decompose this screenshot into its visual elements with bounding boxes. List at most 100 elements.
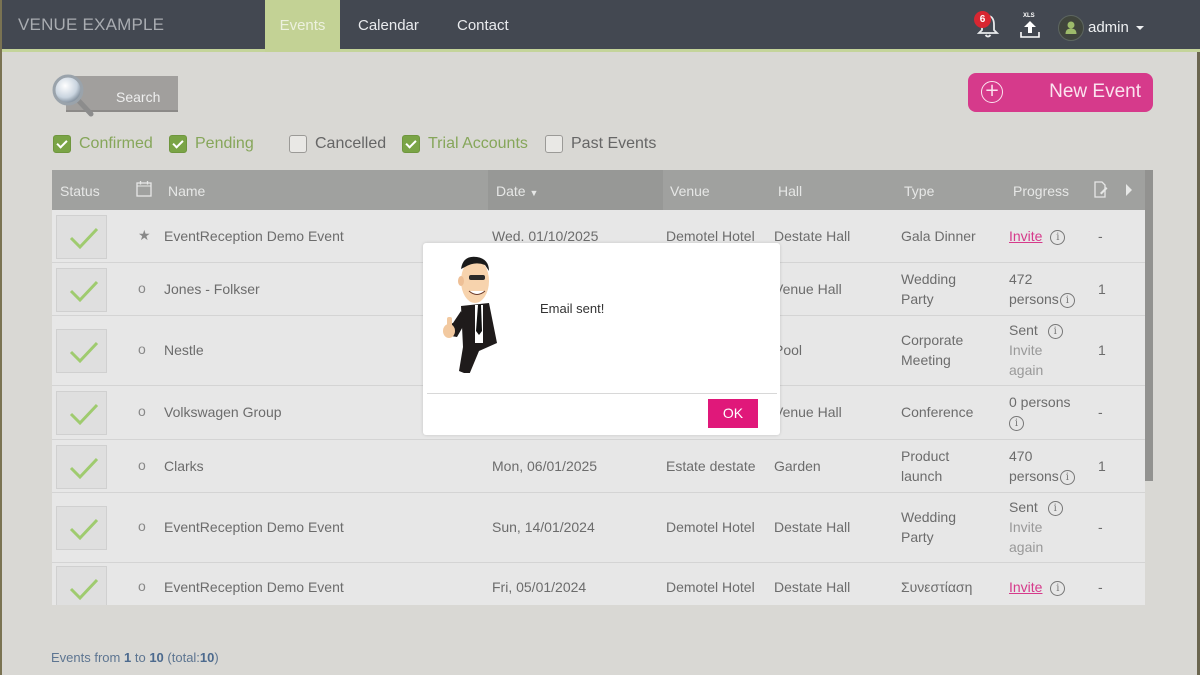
status-toggle[interactable]: [56, 506, 107, 550]
progress-cell: 0 persons i: [1009, 392, 1089, 432]
table-row[interactable]: o EventReception Demo Event Fri, 05/01/2…: [52, 563, 1145, 605]
event-name[interactable]: Jones - Folkser: [164, 281, 260, 297]
circle-bullet-icon[interactable]: o: [138, 341, 146, 357]
guest-count: 0 persons: [1009, 394, 1071, 410]
sent-status: Sent: [1009, 499, 1038, 515]
col-hall[interactable]: Hall: [778, 183, 802, 199]
checkmark-icon: [69, 457, 99, 480]
invite-link[interactable]: Invite: [1009, 579, 1042, 595]
table-scrollbar[interactable]: [1145, 170, 1153, 481]
filter-confirmed[interactable]: Confirmed: [53, 133, 153, 155]
avatar: [1058, 15, 1084, 41]
extra-count: -: [1098, 228, 1103, 244]
checkmark-icon: [69, 518, 99, 541]
event-type: Corporate Meeting: [901, 332, 964, 368]
summary-total-suffix: ): [214, 650, 219, 665]
extra-count: 1: [1098, 342, 1106, 358]
sent-status: Sent: [1009, 322, 1038, 338]
search-button[interactable]: Search: [52, 74, 178, 117]
event-name[interactable]: Volkswagen Group: [164, 404, 282, 420]
filter-label: Trial Accounts: [428, 135, 528, 152]
pagination-summary: Events from 1 to 10 (total:10): [51, 650, 219, 665]
event-venue: Demotel Hotel: [666, 519, 755, 535]
nav-events[interactable]: Events: [265, 0, 340, 52]
circle-bullet-icon[interactable]: o: [138, 578, 146, 594]
notification-badge: 6: [974, 11, 991, 28]
guest-count: 472: [1009, 271, 1033, 287]
guest-unit: persons: [1009, 291, 1059, 307]
event-venue: Demotel Hotel: [666, 228, 755, 244]
invite-link[interactable]: Invite: [1009, 228, 1042, 244]
checkbox-unchecked[interactable]: [545, 135, 563, 153]
col-type[interactable]: Type: [904, 183, 934, 199]
ok-button[interactable]: OK: [708, 399, 758, 428]
circle-bullet-icon[interactable]: o: [138, 280, 146, 296]
status-toggle[interactable]: [56, 566, 107, 605]
username: admin: [1088, 19, 1129, 36]
info-icon[interactable]: i: [1047, 500, 1063, 516]
calendar-icon[interactable]: [136, 180, 152, 197]
circle-bullet-icon[interactable]: o: [138, 457, 146, 473]
brand-logo[interactable]: VENUE EXAMPLE: [18, 15, 164, 35]
summary-prefix: Events from: [51, 650, 121, 665]
mascot-thumbs-up-icon: [443, 256, 497, 373]
nav-contact[interactable]: Contact: [439, 0, 527, 52]
filter-cancelled[interactable]: Cancelled: [289, 133, 386, 155]
guest-count: 470: [1009, 448, 1033, 464]
event-name[interactable]: EventReception Demo Event: [164, 228, 344, 244]
status-toggle[interactable]: [56, 268, 107, 312]
col-progress[interactable]: Progress: [1013, 183, 1069, 199]
summary-from: 1: [123, 650, 132, 665]
dialog-message: Email sent!: [540, 301, 605, 316]
new-event-label: New Event: [1049, 81, 1141, 102]
next-columns-arrow-icon[interactable]: [1125, 184, 1133, 196]
progress-cell: Sent i Invite again: [1009, 320, 1079, 380]
table-row[interactable]: o EventReception Demo Event Sun, 14/01/2…: [52, 493, 1145, 563]
event-type: Wedding Party: [901, 509, 957, 545]
event-name[interactable]: EventReception Demo Event: [164, 579, 344, 595]
nav-calendar[interactable]: Calendar: [340, 0, 437, 52]
info-icon[interactable]: i: [1047, 323, 1063, 339]
status-toggle[interactable]: [56, 215, 107, 259]
col-name[interactable]: Name: [168, 183, 205, 199]
col-status[interactable]: Status: [60, 183, 100, 199]
checkbox-unchecked[interactable]: [289, 135, 307, 153]
star-icon[interactable]: ★: [138, 227, 151, 244]
progress-cell: Invite i: [1009, 228, 1066, 245]
filter-label: Confirmed: [79, 135, 153, 152]
dialog-divider: [427, 393, 777, 394]
new-event-button[interactable]: + New Event: [968, 73, 1153, 112]
extra-count: -: [1098, 519, 1103, 535]
info-icon[interactable]: i: [1050, 580, 1066, 596]
edit-document-icon[interactable]: [1094, 181, 1108, 198]
checkbox-checked[interactable]: [53, 135, 71, 153]
status-toggle[interactable]: [56, 391, 107, 435]
summary-total-prefix: (total:: [167, 650, 200, 665]
event-name[interactable]: EventReception Demo Event: [164, 519, 344, 535]
table-row[interactable]: o Clarks Mon, 06/01/2025 Estate destate …: [52, 440, 1145, 493]
filter-label: Pending: [195, 135, 254, 152]
status-toggle[interactable]: [56, 445, 107, 489]
checkbox-checked[interactable]: [402, 135, 420, 153]
status-toggle[interactable]: [56, 329, 107, 373]
event-name[interactable]: Nestle: [164, 342, 204, 358]
summary-total: 10: [199, 650, 215, 665]
info-icon[interactable]: i: [1009, 415, 1024, 431]
col-venue[interactable]: Venue: [670, 183, 710, 199]
col-date-label: Date: [496, 183, 526, 199]
filter-trial-accounts[interactable]: Trial Accounts: [402, 133, 528, 155]
circle-bullet-icon[interactable]: o: [138, 518, 146, 534]
event-name[interactable]: Clarks: [164, 458, 204, 474]
filter-pending[interactable]: Pending: [169, 133, 254, 155]
checkbox-checked[interactable]: [169, 135, 187, 153]
invite-again-link[interactable]: Invite again: [1009, 517, 1079, 557]
info-icon[interactable]: i: [1059, 469, 1075, 485]
filter-past-events[interactable]: Past Events: [545, 133, 656, 155]
circle-bullet-icon[interactable]: o: [138, 403, 146, 419]
event-hall: Venue Hall: [774, 281, 842, 297]
summary-to-word: to: [134, 650, 146, 665]
col-date[interactable]: Date ▼: [496, 183, 538, 199]
info-icon[interactable]: i: [1059, 292, 1075, 308]
invite-again-link[interactable]: Invite again: [1009, 340, 1079, 380]
info-icon[interactable]: i: [1050, 229, 1066, 245]
